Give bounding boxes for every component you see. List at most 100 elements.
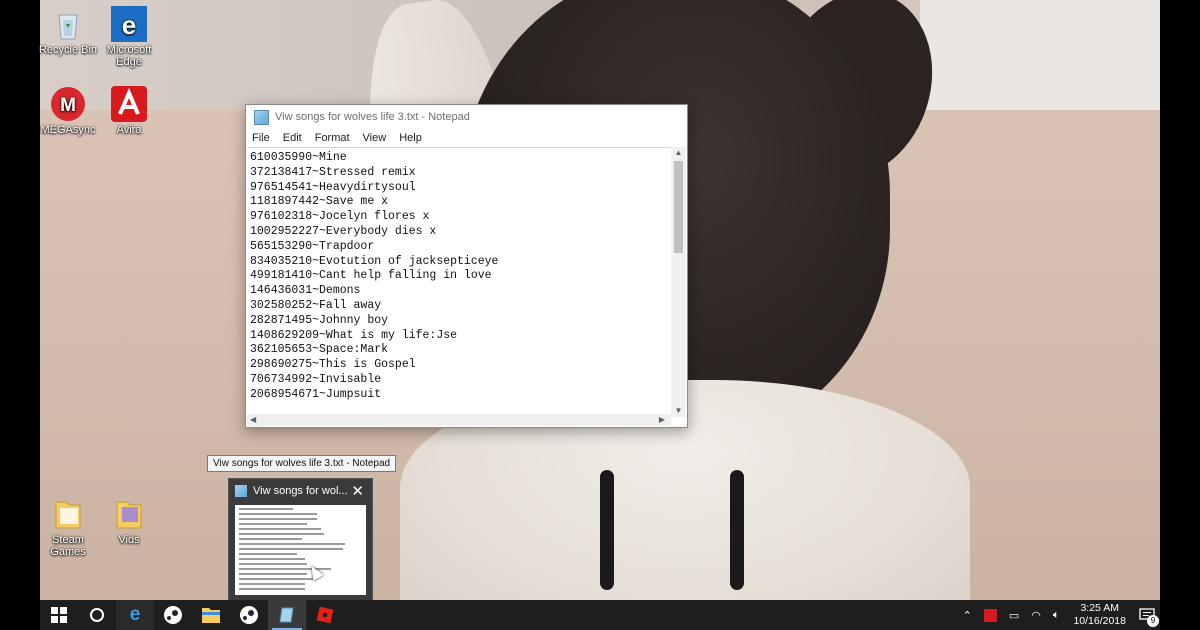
desktop-icon-avira[interactable]: Avira bbox=[96, 86, 162, 136]
desktop-icon-recycle-bin[interactable]: Recycle Bin bbox=[35, 6, 101, 56]
text-line: 298690275~This is Gospel bbox=[250, 358, 416, 372]
thumbnail-line bbox=[239, 523, 307, 525]
battery-icon[interactable]: ▭ bbox=[1009, 609, 1019, 622]
thumbnail-line bbox=[239, 563, 307, 565]
thumbnail-line bbox=[239, 518, 317, 520]
taskbar-tooltip: Viw songs for wolves life 3.txt - Notepa… bbox=[207, 455, 397, 472]
desktop-icon-label: MEGAsync bbox=[40, 124, 96, 136]
recycle-bin-icon bbox=[50, 6, 86, 42]
text-line: 1408629209~What is my life:Jse bbox=[250, 328, 458, 342]
desktop-icon-label: Recycle Bin bbox=[38, 44, 98, 56]
taskbar-file-explorer[interactable] bbox=[192, 600, 230, 630]
scrollbar-thumb[interactable] bbox=[674, 161, 683, 253]
thumbnail-line bbox=[239, 528, 322, 530]
notepad-icon bbox=[279, 607, 294, 623]
desktop-icon-vids[interactable]: Vids bbox=[96, 496, 162, 546]
thumbnail-line bbox=[239, 553, 298, 555]
notepad-icon bbox=[235, 485, 247, 497]
menu-help[interactable]: Help bbox=[399, 132, 422, 144]
wallpaper-hoodie-string bbox=[730, 470, 744, 590]
clock-date: 10/16/2018 bbox=[1073, 615, 1126, 627]
desktop-icon-label: Avira bbox=[116, 124, 142, 136]
menu-file[interactable]: File bbox=[252, 132, 270, 144]
text-line: 362105653~Space:Mark bbox=[250, 343, 389, 357]
chevron-up-icon[interactable]: ⌃ bbox=[963, 609, 972, 622]
thumbnail-line bbox=[239, 548, 343, 550]
taskbar-notepad[interactable] bbox=[268, 600, 306, 630]
windows-icon bbox=[51, 607, 67, 623]
menu-format[interactable]: Format bbox=[315, 132, 350, 144]
cortana-button[interactable] bbox=[78, 600, 116, 630]
thumbnail-line bbox=[239, 538, 303, 540]
notepad-window[interactable]: Viw songs for wolves life 3.txt - Notepa… bbox=[245, 104, 688, 428]
thumbnail-content[interactable] bbox=[235, 505, 366, 595]
thumbnail-header: Viw songs for wol... ✕ bbox=[229, 479, 372, 503]
cortana-circle-icon bbox=[90, 608, 104, 622]
thumbnail-line bbox=[239, 513, 317, 515]
text-line: 302580252~Fall away bbox=[250, 298, 382, 312]
text-line: 282871495~Johnny boy bbox=[250, 313, 389, 327]
avira-icon bbox=[111, 86, 147, 122]
notification-count-badge: 9 bbox=[1147, 615, 1159, 627]
text-line: 1002952227~Everybody dies x bbox=[250, 224, 437, 238]
notepad-title-bar[interactable]: Viw songs for wolves life 3.txt - Notepa… bbox=[246, 105, 687, 129]
thumbnail-line bbox=[239, 543, 346, 545]
folder-icon bbox=[50, 496, 86, 532]
scroll-left-arrow-icon[interactable]: ◀ bbox=[250, 414, 256, 426]
taskbar-steam-2[interactable] bbox=[230, 600, 268, 630]
start-button[interactable] bbox=[40, 600, 78, 630]
avira-tray-icon[interactable] bbox=[983, 608, 997, 622]
taskbar-roblox[interactable] bbox=[306, 600, 344, 630]
svg-text:M: M bbox=[60, 95, 76, 116]
text-line: 372138417~Stressed remix bbox=[250, 165, 416, 179]
desktop-icon-label: Steam Games bbox=[50, 534, 86, 558]
text-line: 146436031~Demons bbox=[250, 284, 361, 298]
horizontal-scrollbar[interactable]: ◀ ▶ bbox=[247, 414, 671, 426]
taskbar: e ⌃ ▭ ◠ 🔈︎ 3:25 AM 10/16/2018 9 bbox=[40, 600, 1160, 630]
wifi-icon[interactable]: ◠ bbox=[1031, 609, 1041, 622]
text-line: 976514541~Heavydirtysoul bbox=[250, 180, 416, 194]
scroll-down-arrow-icon[interactable]: ▼ bbox=[671, 405, 686, 417]
text-line: 1181897442~Save me x bbox=[250, 195, 389, 209]
text-line: 976102318~Jocelyn flores x bbox=[250, 210, 430, 224]
menu-edit[interactable]: Edit bbox=[283, 132, 302, 144]
notepad-menu-bar: File Edit Format View Help bbox=[246, 129, 687, 147]
letterbox-right bbox=[1160, 0, 1200, 630]
taskbar-steam[interactable] bbox=[154, 600, 192, 630]
folder-icon bbox=[111, 496, 147, 532]
notepad-text-area[interactable]: 610035990~Mine 372138417~Stressed remix 97… bbox=[247, 147, 671, 417]
system-tray: ⌃ ▭ ◠ 🔈︎ 3:25 AM 10/16/2018 9 bbox=[957, 600, 1160, 630]
clock[interactable]: 3:25 AM 10/16/2018 bbox=[1073, 602, 1126, 628]
text-line: 2068954671~Jumpsuit bbox=[250, 387, 382, 401]
letterbox-left bbox=[0, 0, 40, 630]
taskbar-edge[interactable]: e bbox=[116, 600, 154, 630]
vertical-scrollbar[interactable]: ▲ ▼ bbox=[671, 147, 686, 417]
thumbnail-line bbox=[239, 573, 307, 575]
action-center-button[interactable]: 9 bbox=[1134, 600, 1160, 630]
thumbnail-line bbox=[239, 578, 317, 580]
desktop-icon-edge[interactable]: e Microsoft Edge bbox=[96, 6, 162, 68]
menu-view[interactable]: View bbox=[363, 132, 387, 144]
thumbnail-line bbox=[239, 508, 293, 510]
steam-icon bbox=[164, 606, 182, 624]
desktop-icon-steam-games[interactable]: Steam Games bbox=[35, 496, 101, 558]
scroll-up-arrow-icon[interactable]: ▲ bbox=[671, 147, 686, 159]
clock-time: 3:25 AM bbox=[1080, 602, 1119, 614]
close-icon[interactable]: ✕ bbox=[351, 482, 364, 500]
thumbnail-line bbox=[239, 588, 305, 590]
thumbnail-line bbox=[239, 533, 324, 535]
svg-text:e: e bbox=[122, 10, 136, 40]
thumbnail-line bbox=[239, 558, 305, 560]
wallpaper-hoodie-string bbox=[600, 470, 614, 590]
text-line: 565153290~Trapdoor bbox=[250, 239, 375, 253]
desktop-icon-megasync[interactable]: M MEGAsync bbox=[35, 86, 101, 136]
roblox-icon bbox=[316, 606, 334, 624]
edge-icon: e bbox=[129, 604, 141, 625]
folder-icon bbox=[202, 608, 220, 623]
desktop-icon-label: Microsoft Edge bbox=[106, 44, 152, 68]
taskbar-thumbnail-preview[interactable]: Viw songs for wol... ✕ bbox=[228, 478, 373, 602]
notepad-title: Viw songs for wolves life 3.txt - Notepa… bbox=[275, 111, 470, 123]
desktop-icon-label: Vids bbox=[118, 534, 140, 546]
scroll-right-arrow-icon[interactable]: ▶ bbox=[659, 414, 665, 426]
volume-icon[interactable]: 🔈︎ bbox=[1053, 609, 1060, 622]
